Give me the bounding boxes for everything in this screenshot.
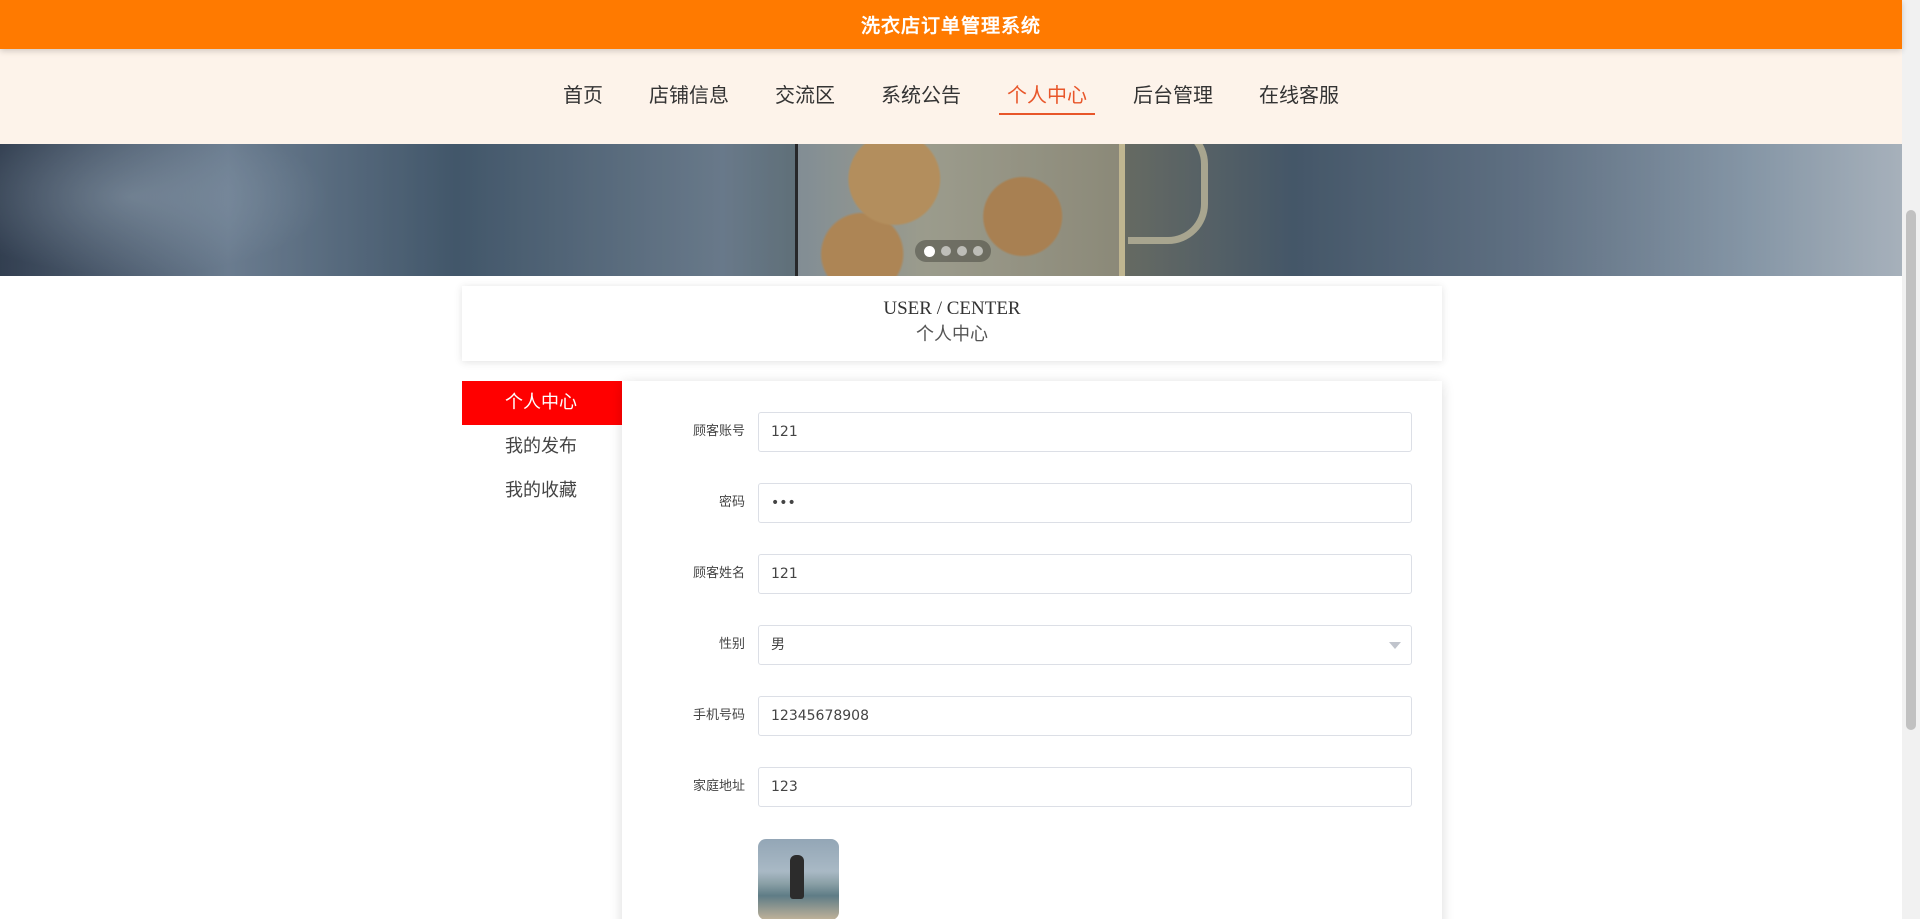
nav-item-admin[interactable]: 后台管理: [1125, 83, 1221, 115]
name-label: 顾客姓名: [692, 566, 745, 581]
phone-label: 手机号码: [692, 708, 745, 723]
form-row-name: 顾客姓名: [622, 554, 1442, 594]
gender-select[interactable]: 男: [758, 625, 1412, 665]
chevron-down-icon: [1389, 642, 1401, 649]
password-label: 密码: [718, 495, 745, 510]
account-label: 顾客账号: [692, 424, 745, 439]
nav-item-home[interactable]: 首页: [555, 83, 611, 115]
phone-field[interactable]: [758, 696, 1412, 736]
form-row-account: 顾客账号: [622, 412, 1442, 452]
profile-form: 顾客账号 密码 顾客姓名 性别 男 手机号码: [622, 381, 1442, 919]
account-field[interactable]: [758, 412, 1412, 452]
side-menu: 个人中心 我的发布 我的收藏: [462, 381, 622, 513]
address-field[interactable]: [758, 767, 1412, 807]
carousel-dot[interactable]: [940, 246, 951, 256]
side-item-user-center[interactable]: 个人中心: [462, 381, 622, 425]
carousel-dot[interactable]: [972, 246, 983, 256]
name-field[interactable]: [758, 554, 1412, 594]
page-scrollbar[interactable]: [1902, 0, 1920, 919]
form-row-gender: 性别 男: [622, 625, 1442, 665]
address-label: 家庭地址: [692, 779, 745, 794]
nav-item-online-service[interactable]: 在线客服: [1251, 83, 1347, 115]
side-item-my-posts[interactable]: 我的发布: [462, 425, 622, 469]
user-center-content: 个人中心 我的发布 我的收藏 顾客账号 密码 顾客姓名 性别 男: [462, 381, 1442, 919]
nav-item-forum[interactable]: 交流区: [767, 83, 843, 115]
carousel-indicators: [915, 240, 991, 262]
section-title-cn: 个人中心: [916, 324, 988, 345]
gender-select-value: 男: [771, 637, 785, 653]
page: 洗衣店订单管理系统 首页 店铺信息 交流区 系统公告 个人中心 后台管理 在线客…: [0, 0, 1920, 919]
nav-item-user-center[interactable]: 个人中心: [999, 83, 1095, 115]
scrollbar-thumb[interactable]: [1906, 210, 1916, 730]
section-title-en: USER / CENTER: [883, 298, 1021, 319]
avatar[interactable]: [758, 839, 839, 919]
app-title: 洗衣店订单管理系统: [860, 15, 1041, 37]
gender-label: 性别: [718, 637, 745, 652]
nav-item-store-info[interactable]: 店铺信息: [641, 83, 737, 115]
side-item-my-favorites[interactable]: 我的收藏: [462, 469, 622, 513]
form-row-phone: 手机号码: [622, 696, 1442, 736]
carousel-dot[interactable]: [956, 246, 967, 256]
carousel-dot[interactable]: [923, 245, 935, 257]
main-nav: 首页 店铺信息 交流区 系统公告 个人中心 后台管理 在线客服: [0, 49, 1902, 144]
top-title-bar: 洗衣店订单管理系统: [0, 0, 1902, 49]
password-field[interactable]: [758, 483, 1412, 523]
form-row-password: 密码: [622, 483, 1442, 523]
section-header: USER / CENTER 个人中心: [462, 286, 1442, 361]
form-row-address: 家庭地址: [622, 767, 1442, 807]
nav-item-announcements[interactable]: 系统公告: [873, 83, 969, 115]
